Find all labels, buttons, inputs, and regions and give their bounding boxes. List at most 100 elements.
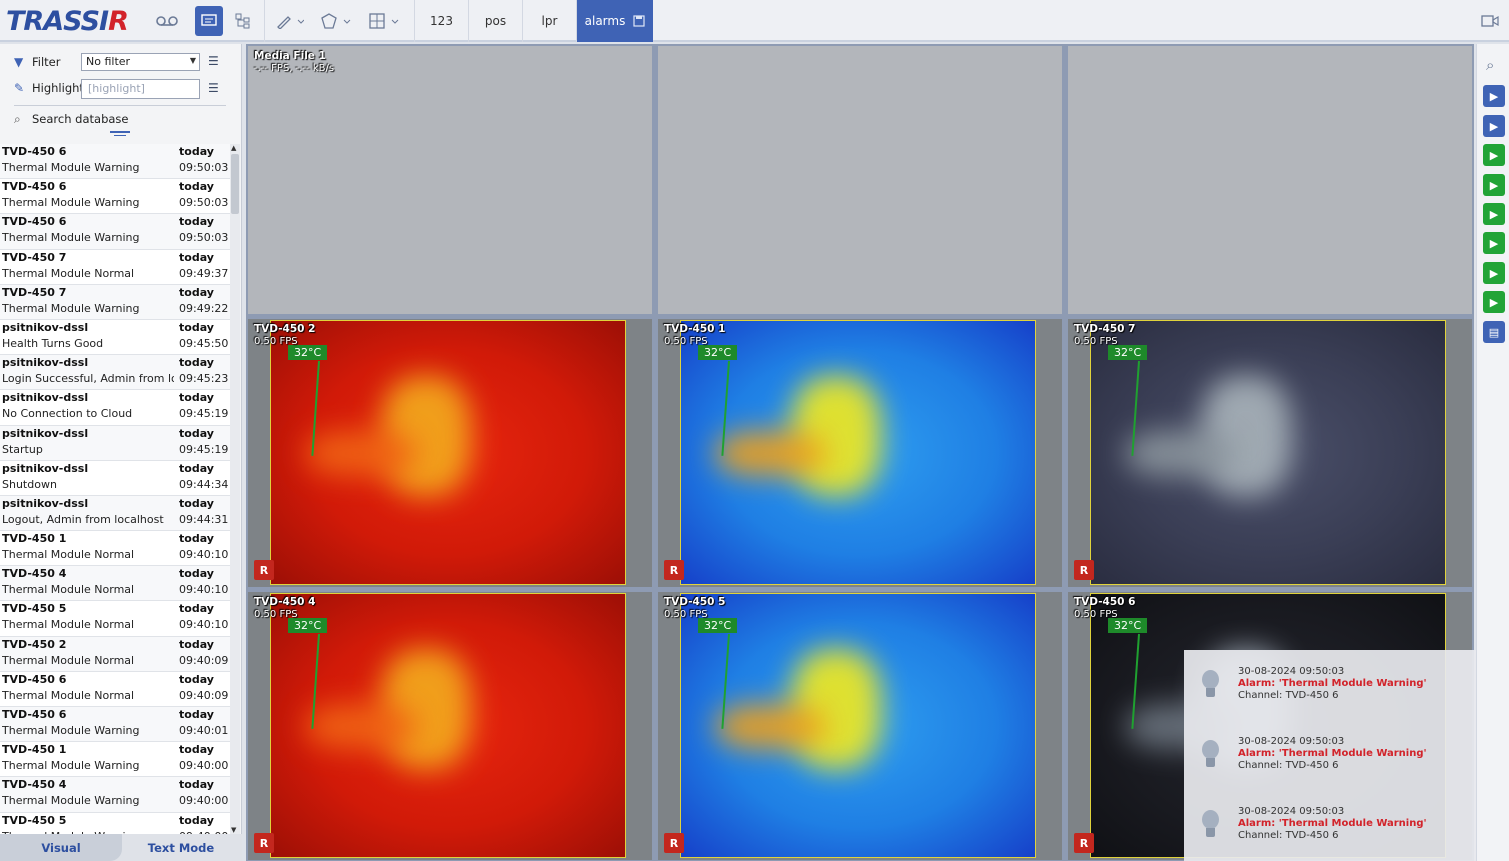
empty-cell[interactable]	[1068, 46, 1472, 314]
voicemail-icon[interactable]	[152, 6, 182, 36]
tab-lpr[interactable]: lpr	[522, 0, 576, 42]
camera-icon[interactable]: ▶	[1483, 262, 1505, 284]
event-message: Startup	[2, 442, 43, 456]
event-row[interactable]: psitnikov-dssl Startup today 09:45:19	[0, 425, 230, 461]
record-badge[interactable]: R	[664, 833, 684, 853]
event-time: 09:44:34	[179, 477, 229, 491]
scroll-down-icon[interactable]: ▼	[231, 826, 236, 834]
camera-cell[interactable]: 32°C TVD-450 4 0.50 FPS R	[248, 592, 652, 860]
event-row[interactable]: TVD-450 5 Thermal Module Normal today 09:40…	[0, 601, 230, 637]
event-row[interactable]: TVD-450 1 Thermal Module Normal today 09:40…	[0, 531, 230, 567]
search-icon[interactable]: ⌕	[1486, 56, 1494, 74]
record-badge[interactable]: R	[1074, 833, 1094, 853]
scroll-up-icon[interactable]: ▲	[231, 144, 236, 152]
event-time: 09:40:10	[179, 583, 229, 597]
highlight-input[interactable]: [highlight]	[81, 79, 200, 99]
event-time: 09:50:03	[179, 196, 229, 210]
event-sidebar: ▼ Filter No filter ▼ ☰ ✎ Highlight [high…	[0, 44, 242, 861]
camera-icon[interactable]: ▶	[1483, 115, 1505, 137]
camera-fps: 0.50 FPS	[254, 609, 298, 620]
camera-view-icon[interactable]	[1476, 6, 1504, 36]
folder-icon[interactable]: ▤	[1483, 321, 1505, 343]
event-row[interactable]: psitnikov-dssl Shutdown today 09:44:34	[0, 460, 230, 496]
event-day: today	[179, 708, 214, 721]
camera-icon[interactable]: ▶	[1483, 85, 1505, 107]
tab-visual[interactable]: Visual	[0, 834, 122, 861]
event-row[interactable]: TVD-450 6 Thermal Module Warning today 09:5…	[0, 214, 230, 250]
event-source: psitnikov-dssl	[2, 356, 89, 370]
tab-123[interactable]: 123	[414, 0, 468, 42]
camera-title: TVD-450 5	[664, 596, 726, 608]
camera-cell[interactable]: 32°C TVD-450 7 0.50 FPS R	[1068, 319, 1472, 587]
event-day: today	[179, 320, 214, 334]
event-source: psitnikov-dssl	[2, 320, 89, 334]
record-badge[interactable]: R	[254, 833, 274, 853]
event-row[interactable]: psitnikov-dssl Health Turns Good today 09:4…	[0, 319, 230, 356]
tab-alarms[interactable]: alarms	[576, 0, 653, 42]
heat-blob	[306, 704, 416, 749]
tab-text-mode[interactable]: Text Mode	[122, 834, 240, 861]
scrollbar-thumb[interactable]	[231, 154, 239, 214]
event-message: Thermal Module Warning	[2, 301, 140, 315]
media-file-cell[interactable]: Media File 1 -.-- FPS, -.-- kB/s	[248, 46, 652, 314]
event-row[interactable]: TVD-450 7 Thermal Module Warning today 09:4…	[0, 284, 230, 320]
event-row[interactable]: TVD-450 6 Thermal Module Normal today 09:40…	[0, 671, 230, 707]
right-panel: ⌕ ▶ ▶ ▶ ▶ ▶ ▶ ▶ ▶ ▤	[1476, 44, 1509, 861]
highlight-list-icon[interactable]: ☰	[208, 81, 219, 95]
camera-icon[interactable]: ▶	[1483, 203, 1505, 225]
camera-fps: 0.50 FPS	[664, 609, 708, 620]
shape-tool-icon[interactable]	[315, 6, 355, 36]
empty-cell[interactable]	[658, 46, 1062, 314]
expand-handle[interactable]	[110, 131, 130, 133]
camera-icon[interactable]: ▶	[1483, 232, 1505, 254]
filter-select[interactable]: No filter ▼	[81, 53, 200, 71]
event-row[interactable]: psitnikov-dssl No Connection to Cloud toda…	[0, 390, 230, 426]
event-time: 09:49:37	[179, 266, 229, 280]
event-source: TVD-450 6	[2, 672, 67, 686]
event-row[interactable]: TVD-450 1 Thermal Module Warning today 09:4…	[0, 742, 230, 778]
event-day: today	[179, 145, 214, 158]
filter-list-icon[interactable]: ☰	[208, 54, 219, 68]
event-row[interactable]: TVD-450 4 Thermal Module Normal today 09:40…	[0, 566, 230, 602]
alarm-notification[interactable]: 30-08-2024 09:50:03 Alarm: 'Thermal Modul…	[1184, 790, 1476, 860]
record-badge[interactable]: R	[1074, 560, 1094, 580]
camera-icon[interactable]: ▶	[1483, 174, 1505, 196]
event-time: 09:49:22	[179, 301, 229, 315]
alarm-notification[interactable]: 30-08-2024 09:50:03 Alarm: 'Thermal Modul…	[1184, 720, 1476, 790]
event-source: psitnikov-dssl	[2, 391, 89, 405]
event-row[interactable]: TVD-450 7 Thermal Module Normal today 09:49…	[0, 249, 230, 285]
event-row[interactable]: TVD-450 5Thermal Module Warningtoday09:4…	[0, 812, 230, 834]
event-message: Thermal Module Warning	[2, 759, 140, 773]
event-row[interactable]: TVD-450 6 Thermal Module Warning today 09:5…	[0, 144, 230, 180]
search-database-button[interactable]: ⌕ Search database	[14, 109, 128, 129]
alarm-notification[interactable]: 30-08-2024 09:50:03 Alarm: 'Thermal Modul…	[1184, 650, 1476, 720]
region-tool-icon[interactable]	[363, 6, 403, 36]
event-row[interactable]: psitnikov-dssl Logout, Admin from localho…	[0, 495, 230, 532]
camera-cell[interactable]: 32°C TVD-450 5 0.50 FPS R	[658, 592, 1062, 860]
camera-icon[interactable]: ▶	[1483, 144, 1505, 166]
camera-cell[interactable]: 32°C TVD-450 1 0.50 FPS R	[658, 319, 1062, 587]
camera-cell[interactable]: 32°C TVD-450 2 0.50 FPS R	[248, 319, 652, 587]
event-list-scrollbar[interactable]: ▲ ▼	[230, 144, 240, 834]
tab-pos[interactable]: pos	[468, 0, 522, 42]
record-badge[interactable]: R	[664, 560, 684, 580]
camera-title: TVD-450 1	[664, 323, 726, 335]
event-row[interactable]: TVD-450 6 Thermal Module Warning today 09:5…	[0, 179, 230, 215]
camera-fps: 0.50 FPS	[1074, 336, 1118, 347]
camera-icon[interactable]: ▶	[1483, 291, 1505, 313]
event-message: Login Successful, Admin from lo...	[2, 372, 174, 386]
event-row[interactable]: psitnikov-dssl Login Successful, Admin fr…	[0, 355, 230, 391]
save-icon	[633, 15, 645, 27]
event-source: TVD-450 5	[2, 813, 67, 827]
temperature-label: 32°C	[1108, 618, 1148, 633]
event-day: today	[179, 180, 214, 194]
event-row[interactable]: TVD-450 2 Thermal Module Normal today 09:40…	[0, 636, 230, 672]
event-message: Shutdown	[2, 477, 57, 491]
chat-icon[interactable]	[195, 6, 223, 36]
event-row[interactable]: TVD-450 6 Thermal Module Warning today 09:4…	[0, 707, 230, 743]
pen-tool-icon[interactable]	[272, 6, 308, 36]
trassir-logo: TRASSIR	[6, 6, 129, 37]
event-row[interactable]: TVD-450 4 Thermal Module Warning today 09:4…	[0, 777, 230, 813]
layout-tree-icon[interactable]	[230, 6, 256, 36]
record-badge[interactable]: R	[254, 560, 274, 580]
